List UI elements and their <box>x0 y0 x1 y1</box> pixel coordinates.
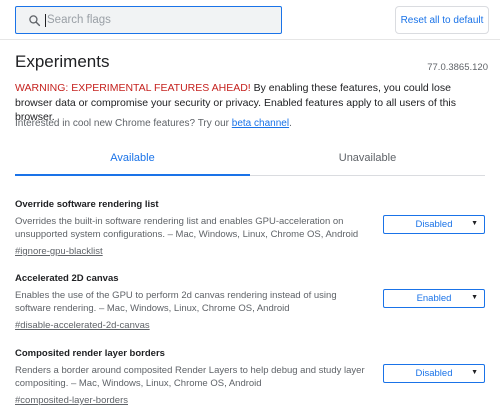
experiment-description: Enables the use of the GPU to perform 2d… <box>15 290 337 314</box>
dropdown-arrow-icon: ▼ <box>471 294 478 301</box>
experiment-link[interactable]: #disable-accelerated-2d-canvas <box>15 320 150 331</box>
experiment-item: Composited render layer borders Renders … <box>15 348 490 406</box>
beta-channel-notice: Interested in cool new Chrome features? … <box>15 118 292 129</box>
experiment-select-value: Disabled <box>415 219 453 230</box>
experiment-select[interactable]: Enabled ▼ <box>383 289 485 308</box>
experiment-name: Accelerated 2D canvas <box>15 273 119 284</box>
tab-available[interactable]: Available <box>15 146 250 176</box>
experiment-name: Composited render layer borders <box>15 348 165 359</box>
search-input[interactable] <box>47 8 267 32</box>
experiment-item: Override software rendering list Overrid… <box>15 199 490 259</box>
dropdown-arrow-icon: ▼ <box>471 220 478 227</box>
page-title: Experiments <box>15 52 110 71</box>
version-label: 77.0.3865.120 <box>427 62 488 73</box>
experiment-select-value: Disabled <box>415 368 453 379</box>
experiment-link[interactable]: #composited-layer-borders <box>15 395 128 406</box>
experiment-link[interactable]: #ignore-gpu-blacklist <box>15 246 103 257</box>
text-caret <box>45 13 46 27</box>
beta-channel-link[interactable]: beta channel <box>232 118 289 129</box>
dropdown-arrow-icon: ▼ <box>471 369 478 376</box>
reset-all-button[interactable]: Reset all to default <box>395 6 489 34</box>
channel-suffix-text: . <box>289 118 292 129</box>
tab-unavailable[interactable]: Unavailable <box>250 146 485 175</box>
experiment-description: Overrides the built-in software renderin… <box>15 216 359 240</box>
tab-bar: Available Unavailable <box>15 146 485 176</box>
channel-prefix-text: Interested in cool new Chrome features? … <box>15 118 232 129</box>
top-toolbar: Reset all to default <box>0 0 500 40</box>
warning-strong-text: WARNING: EXPERIMENTAL FEATURES AHEAD! <box>15 82 251 94</box>
experiment-select[interactable]: Disabled ▼ <box>383 364 485 383</box>
experiment-item: Accelerated 2D canvas Enables the use of… <box>15 273 490 333</box>
search-box[interactable] <box>15 6 282 34</box>
experiment-description: Renders a border around composited Rende… <box>15 365 365 389</box>
experiment-name: Override software rendering list <box>15 199 159 210</box>
experiment-select-value: Enabled <box>416 293 452 304</box>
experiment-select[interactable]: Disabled ▼ <box>383 215 485 234</box>
search-icon <box>23 7 45 33</box>
